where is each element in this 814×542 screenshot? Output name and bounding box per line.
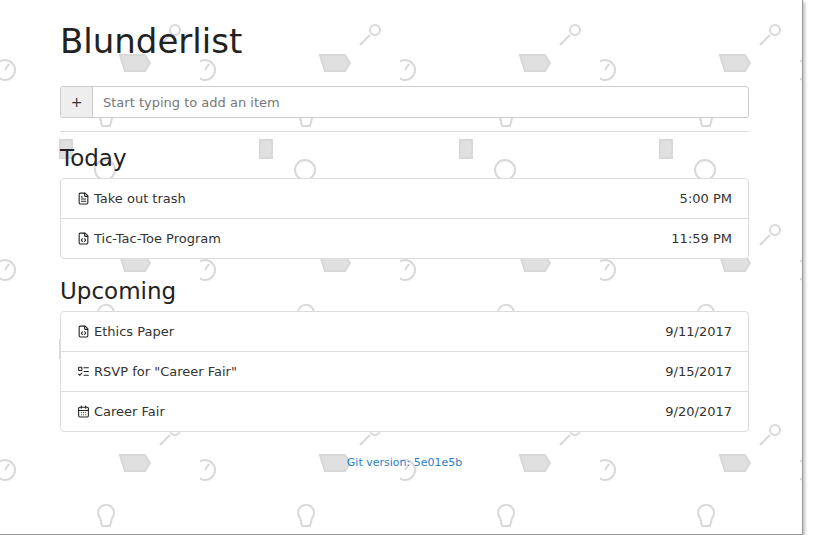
task-date: 9/20/2017	[665, 404, 732, 419]
code-file-icon	[77, 325, 90, 338]
add-item-group: +	[60, 86, 749, 118]
task-list: Take out trash 5:00 PM Tic-Tac-Toe Program…	[60, 178, 749, 259]
git-version-link[interactable]: Git version: 5e01e5b	[347, 456, 462, 469]
section-title: Today	[60, 144, 749, 172]
task-label: Take out trash	[94, 191, 676, 206]
task-label: Tic-Tac-Toe Program	[94, 231, 667, 246]
add-button[interactable]: +	[61, 87, 93, 117]
divider	[60, 131, 749, 132]
document-icon	[77, 192, 90, 205]
task-label: Ethics Paper	[94, 324, 661, 339]
task-list: Ethics Paper 9/11/2017 RSVP for "Career Fa…	[60, 311, 749, 432]
task-row[interactable]: Tic-Tac-Toe Program 11:59 PM	[61, 218, 748, 258]
task-row[interactable]: Ethics Paper 9/11/2017	[61, 312, 748, 351]
add-item-input[interactable]	[93, 87, 748, 117]
task-label: Career Fair	[94, 404, 661, 419]
task-date: 11:59 PM	[671, 231, 732, 246]
task-date: 9/15/2017	[665, 364, 732, 379]
rsvp-icon	[77, 365, 90, 378]
section-title: Upcoming	[60, 277, 749, 305]
task-date: 5:00 PM	[680, 191, 732, 206]
task-label: RSVP for "Career Fair"	[94, 364, 661, 379]
task-row[interactable]: Career Fair 9/20/2017	[61, 391, 748, 431]
content: Blunderlist + Today Take out trash 5:00 PM Ti…	[60, 0, 749, 469]
calendar-icon	[77, 405, 90, 418]
app-window: Blunderlist + Today Take out trash 5:00 PM Ti…	[0, 0, 803, 535]
code-file-icon	[77, 232, 90, 245]
app-title: Blunderlist	[60, 20, 749, 62]
task-date: 9/11/2017	[665, 324, 732, 339]
task-row[interactable]: Take out trash 5:00 PM	[61, 179, 748, 218]
task-row[interactable]: RSVP for "Career Fair" 9/15/2017	[61, 351, 748, 391]
